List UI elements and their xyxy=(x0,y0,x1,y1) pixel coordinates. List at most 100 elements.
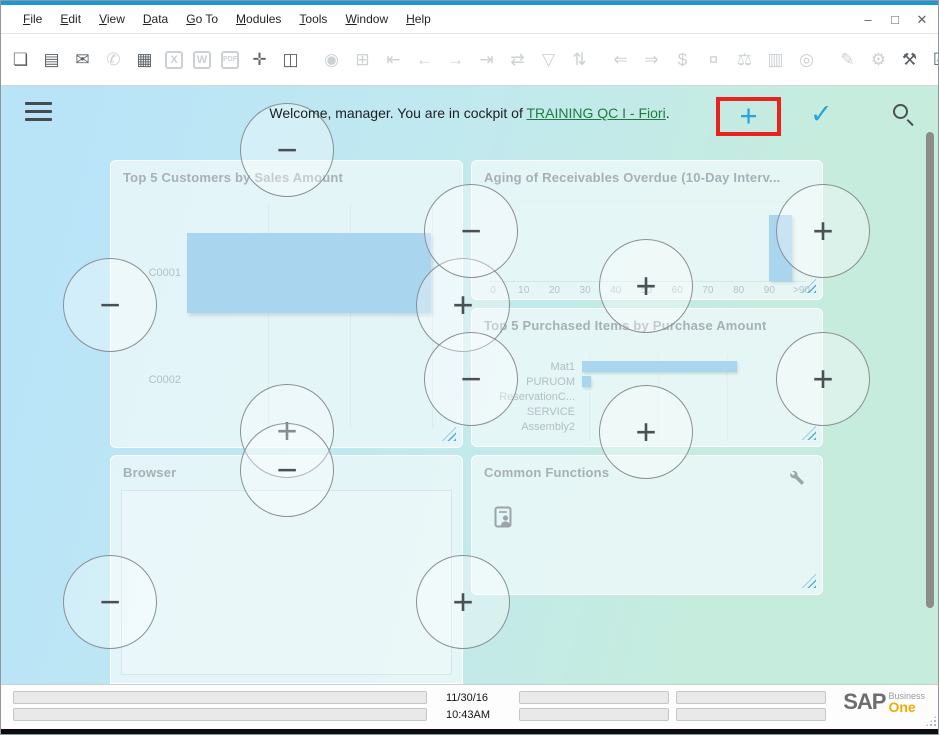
menu-window[interactable]: Window xyxy=(336,8,397,30)
previous-document-icon: ⇐ xyxy=(610,49,631,70)
hotspot-add-purchased-right[interactable]: + xyxy=(776,332,870,426)
next-document-icon: ⇒ xyxy=(641,49,662,70)
hotspot-add-browser-right[interactable]: + xyxy=(416,555,510,649)
tick-label: 90 xyxy=(762,285,776,296)
lock-screen-icon[interactable]: ◫ xyxy=(280,49,301,70)
cockpit-area: Welcome, manager. You are in cockpit of … xyxy=(0,86,939,684)
search-icon[interactable] xyxy=(892,103,916,127)
status-field xyxy=(676,691,826,704)
menu-view[interactable]: View xyxy=(90,8,134,30)
move-icon[interactable]: ✛ xyxy=(249,49,270,70)
email-icon[interactable]: ✉ xyxy=(72,49,93,70)
menu-file[interactable]: File xyxy=(14,8,51,30)
export-word-icon: W xyxy=(193,51,211,69)
hotspot-remove-aging-left[interactable]: − xyxy=(424,184,518,278)
menu-data[interactable]: Data xyxy=(134,8,177,30)
status-date: 11/30/16 xyxy=(446,692,488,704)
print-preview-icon[interactable]: ❏ xyxy=(10,49,31,70)
status-message-field xyxy=(13,691,427,704)
first-record-icon: ⇤ xyxy=(383,49,404,70)
chart-plot xyxy=(187,203,455,429)
cockpit-link[interactable]: TRAINING QC I - Fiori xyxy=(526,105,665,121)
find-icon: ◉ xyxy=(321,49,342,70)
minus-icon: − xyxy=(276,132,297,168)
menu-bar: File Edit View Data Go To Modules Tools … xyxy=(0,5,939,34)
confirm-button[interactable]: ✓ xyxy=(810,99,833,130)
hotspot-add-below-aging[interactable]: + xyxy=(599,239,693,333)
toolbar-group-navigation: ◉ ⊞ ⇤ ← → ⇥ ⇄ ▽ ⇅ xyxy=(321,49,590,70)
minimize-button[interactable]: – xyxy=(859,11,877,29)
status-field xyxy=(519,708,669,721)
bar-mat1[interactable] xyxy=(582,361,737,372)
tick-label: 70 xyxy=(701,285,715,296)
alerts-icon[interactable]: ☑ xyxy=(930,49,939,70)
menu-goto[interactable]: Go To xyxy=(177,8,227,30)
hotspot-add-aging-right[interactable]: + xyxy=(776,184,870,278)
previous-record-icon: ← xyxy=(414,49,435,70)
chart-row: Mat1 xyxy=(482,359,814,374)
filter-icon: ▽ xyxy=(538,49,559,70)
fax-icon[interactable]: ▦ xyxy=(134,49,155,70)
hotspot-remove-left[interactable]: − xyxy=(63,258,157,352)
sap-business-one-window: File Edit View Data Go To Modules Tools … xyxy=(0,0,939,735)
bar-c0001[interactable] xyxy=(187,233,431,313)
bottom-edge xyxy=(0,729,939,735)
status-message-field xyxy=(13,708,427,721)
last-record-icon: ⇥ xyxy=(476,49,497,70)
resize-handle[interactable] xyxy=(442,427,456,441)
sort-icon: ⇅ xyxy=(569,49,590,70)
bar-puruom[interactable] xyxy=(582,376,591,387)
close-button[interactable]: ✕ xyxy=(913,11,931,29)
window-resize-grip[interactable] xyxy=(925,715,937,727)
toolbar-group-settings: ✎ ⚙ ⚒ ☑ ✉ xyxy=(837,49,939,70)
maximize-button[interactable]: □ xyxy=(886,11,904,29)
vertical-scrollbar[interactable] xyxy=(926,132,934,608)
search-handle xyxy=(907,119,914,126)
export-excel-icon: X xyxy=(165,51,183,69)
tick-label: 20 xyxy=(547,285,561,296)
gridline xyxy=(490,201,806,202)
category-label: Assembly2 xyxy=(482,421,582,433)
transaction-journal-icon: ◎ xyxy=(796,49,817,70)
payment-means-icon: $ xyxy=(672,49,693,70)
logo-one-text: One xyxy=(888,701,925,714)
hotspot-remove-browser[interactable]: − xyxy=(240,423,334,517)
status-bar: 11/30/16 10:43AM SAP Business One xyxy=(0,684,939,729)
customization-tools-icon[interactable]: ⚒ xyxy=(899,49,920,70)
menu-help[interactable]: Help xyxy=(397,8,440,30)
window-controls: – □ ✕ xyxy=(859,11,931,29)
wrench-icon[interactable] xyxy=(788,470,806,488)
add-widget-button[interactable]: + xyxy=(739,100,757,131)
hotspot-remove-purchased-left[interactable]: − xyxy=(424,332,518,426)
hotspot-add-below-purchased[interactable]: + xyxy=(599,385,693,479)
menu-modules[interactable]: Modules xyxy=(227,8,290,30)
tick-label: 80 xyxy=(732,285,746,296)
plus-icon: + xyxy=(452,584,473,620)
menu-icon[interactable] xyxy=(25,102,52,124)
widget-title: Browser xyxy=(123,465,176,480)
status-time: 10:43AM xyxy=(446,709,490,721)
welcome-message: Welcome, manager. You are in cockpit of … xyxy=(0,105,939,121)
menu-edit[interactable]: Edit xyxy=(51,8,90,30)
welcome-period: . xyxy=(666,105,670,121)
print-icon[interactable]: ▤ xyxy=(41,49,62,70)
plus-icon: + xyxy=(635,268,656,304)
toolbar-group-documents: ⇐ ⇒ $ ¤ ⚖ ▥ ◎ xyxy=(610,49,817,70)
journal-entry-icon: ▥ xyxy=(765,49,786,70)
business-partner-icon[interactable] xyxy=(494,506,514,528)
sap-logo-text: SAP xyxy=(843,691,885,713)
plus-icon: + xyxy=(635,414,656,450)
resize-handle[interactable] xyxy=(802,574,816,588)
form-settings-icon: ⚙ xyxy=(868,49,889,70)
minus-icon: − xyxy=(460,361,481,397)
volume-weight-icon: ⚖ xyxy=(734,49,755,70)
search-lens xyxy=(893,104,908,119)
status-field xyxy=(519,691,669,704)
hotspot-remove-browser-left[interactable]: − xyxy=(63,555,157,649)
menu-tools[interactable]: Tools xyxy=(290,8,336,30)
sap-business-one-logo: SAP Business One xyxy=(843,691,925,714)
next-record-icon: → xyxy=(445,49,466,70)
tick-label: 30 xyxy=(578,285,592,296)
browser-content-frame xyxy=(121,490,452,675)
welcome-text: Welcome, manager. You are in cockpit of xyxy=(269,105,526,121)
